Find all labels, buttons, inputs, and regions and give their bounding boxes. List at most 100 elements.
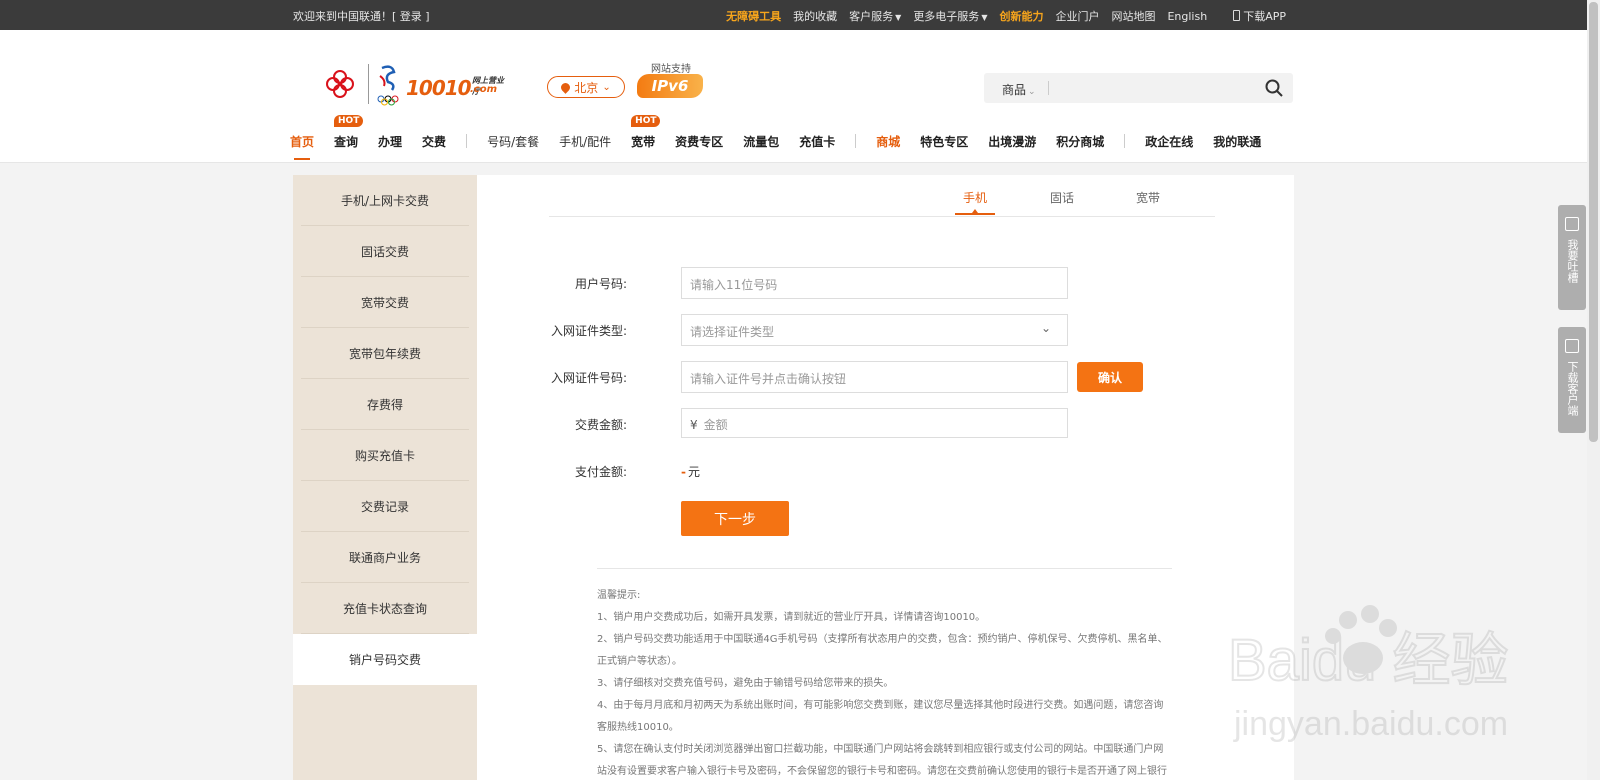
download-client-label: 下载客户端 (1566, 361, 1579, 416)
nav-home[interactable]: 首页 (290, 133, 314, 160)
page-scrollbar[interactable] (1587, 0, 1600, 780)
nav-broadband-label: 宽带 (631, 134, 656, 149)
nav-roaming[interactable]: 出境漫游 (988, 133, 1036, 150)
amount-placeholder: 金额 (703, 418, 728, 432)
amount-row: 交费金额: ¥ 金额 (477, 408, 1294, 440)
favorites-link[interactable]: 我的收藏 (793, 8, 837, 24)
side-item-deposit[interactable]: 存费得 (301, 379, 469, 430)
customer-service-label: 客户服务 (849, 10, 894, 23)
ipv6-label: 网站支持 (651, 64, 691, 75)
watermark-text: Baidu 经验 (1228, 628, 1508, 693)
user-number-input[interactable]: 请输入11位号码 (681, 267, 1068, 299)
tips-section: 温馨提示: 1、销户用户交费成功后，如需开具发票，请到就近的营业厅开具，详情请咨… (597, 568, 1172, 780)
header: 10010 网上营业厅 .com 北京 ⌄ 网站支持 IPv6 商品 ⌄ 首页 H… (0, 30, 1600, 163)
side-item-broadband-renew[interactable]: 宽带包年续费 (301, 328, 469, 379)
innovation-link[interactable]: 创新能力 (999, 8, 1043, 24)
download-app-link[interactable]: 下载APP (1233, 8, 1286, 24)
tips-title: 温馨提示: (597, 590, 641, 601)
caret-down-icon: ▼ (895, 13, 902, 22)
nav-featured[interactable]: 特色专区 (920, 133, 968, 150)
chevron-down-icon: ⌄ (602, 81, 611, 93)
user-number-row: 用户号码: 请输入11位号码 (477, 267, 1294, 299)
site-map-link[interactable]: 网站地图 (1111, 8, 1155, 24)
confirm-button[interactable]: 确认 (1077, 362, 1143, 392)
nav-data-pack[interactable]: 流量包 (743, 133, 779, 150)
nav-my-unicom[interactable]: 我的联通 (1213, 133, 1261, 150)
nav-query[interactable]: HOT 查询 (334, 114, 364, 150)
pay-amount-unit: 元 (687, 465, 700, 479)
english-link[interactable]: English (1167, 10, 1207, 23)
user-number-placeholder: 请输入11位号码 (690, 278, 778, 292)
tab-broadband[interactable]: 宽带 (1136, 189, 1160, 206)
chevron-down-icon: ⌄ (1028, 87, 1036, 97)
accessibility-link[interactable]: 无障碍工具 (726, 8, 781, 24)
nav-tariff[interactable]: 资费专区 (675, 133, 723, 150)
city-name: 北京 (574, 80, 599, 95)
more-services-menu[interactable]: 更多电子服务 ▼ (913, 8, 987, 24)
id-type-placeholder: 请选择证件类型 (690, 325, 775, 339)
side-item-merchant[interactable]: 联通商户业务 (301, 532, 469, 583)
feedback-float-button[interactable]: 我要吐槽 (1558, 205, 1586, 310)
nav-enterprise[interactable]: 政企在线 (1145, 133, 1193, 150)
id-type-label: 入网证件类型: (550, 324, 627, 338)
location-pin-icon (559, 80, 573, 94)
phone-icon (1233, 10, 1241, 21)
enterprise-portal-link[interactable]: 企业门户 (1055, 8, 1099, 24)
next-step-button[interactable]: 下一步 (681, 501, 789, 536)
nav-number-plan[interactable]: 号码/套餐 (487, 133, 539, 150)
tip-item: 2、销户号码交费功能适用于中国联通4G手机号码（支撑所有状态用户的交费，包含：预… (597, 634, 1168, 667)
payment-side-menu: 手机/上网卡交费 固话交费 宽带交费 宽带包年续费 存费得 购买充值卡 交费记录… (293, 175, 477, 780)
amount-label: 交费金额: (574, 418, 627, 432)
nav-recharge-card[interactable]: 充值卡 (799, 133, 835, 150)
hot-badge: HOT (631, 114, 661, 127)
main-nav: 首页 HOT 查询 办理 交费 号码/套餐 手机/配件 HOT 宽带 资费专区 流量… (290, 114, 1281, 160)
id-number-row: 入网证件号码: 请输入证件号并点击确认按钮 确认 (477, 361, 1294, 393)
nav-points-mall[interactable]: 积分商城 (1056, 133, 1104, 150)
side-item-buy-card[interactable]: 购买充值卡 (301, 430, 469, 481)
welcome-text[interactable]: 欢迎来到中国联通！[ 登录 ] (293, 8, 430, 24)
yen-symbol: ¥ (690, 418, 698, 432)
id-type-select[interactable]: 请选择证件类型 ⌄ (681, 314, 1068, 346)
olympic-emblem-icon (377, 65, 399, 106)
id-number-input[interactable]: 请输入证件号并点击确认按钮 (681, 361, 1068, 393)
tab-landline[interactable]: 固话 (1050, 189, 1074, 206)
city-selector[interactable]: 北京 ⌄ (547, 76, 625, 98)
side-item-closed-account[interactable]: 销户号码交费 (293, 634, 477, 685)
pay-amount-row: 支付金额: -元 (477, 455, 1294, 487)
side-item-records[interactable]: 交费记录 (301, 481, 469, 532)
nav-broadband[interactable]: HOT 宽带 (631, 114, 661, 150)
tip-item: 1、销户用户交费成功后，如需开具发票，请到就近的营业厅开具，详情请咨询10010… (597, 612, 986, 623)
id-number-label: 入网证件号码: (550, 371, 627, 385)
side-item-landline[interactable]: 固话交费 (301, 226, 469, 277)
nav-phones[interactable]: 手机/配件 (559, 133, 611, 150)
search-input[interactable] (1056, 78, 1246, 98)
customer-service-menu[interactable]: 客户服务 ▼ (849, 8, 901, 24)
pay-amount-label: 支付金额: (574, 465, 627, 479)
chevron-down-icon: ⌄ (1040, 321, 1051, 335)
download-app-label: 下载APP (1243, 10, 1286, 23)
ipv6-logo: IPv6 (637, 74, 703, 98)
scrollbar-thumb[interactable] (1589, 2, 1598, 442)
nav-handle[interactable]: 办理 (378, 133, 402, 150)
tip-item: 4、由于每月月底和月初两天为系统出账时间，有可能影响您交费到账，建议您尽量选择其… (597, 700, 1164, 733)
baidu-jingyan-watermark: Baidu 经验 jingyan.baidu.com (1228, 605, 1509, 743)
logo-number: 10010 (406, 76, 472, 100)
side-item-mobile[interactable]: 手机/上网卡交费 (301, 175, 469, 226)
side-item-card-status[interactable]: 充值卡状态查询 (301, 583, 469, 634)
search-category-label: 商品 (1002, 83, 1027, 97)
feedback-label: 我要吐槽 (1566, 239, 1579, 283)
logo-domain: .com (470, 84, 498, 95)
nav-query-label: 查询 (334, 134, 359, 149)
search-category-select[interactable]: 商品 ⌄ (1002, 81, 1036, 98)
ipv6-badge: 网站支持 IPv6 (637, 60, 707, 104)
nav-pay[interactable]: 交费 (422, 133, 446, 150)
amount-input[interactable]: ¥ 金额 (681, 408, 1068, 438)
search-divider (1048, 81, 1049, 95)
side-item-broadband[interactable]: 宽带交费 (301, 277, 469, 328)
tab-mobile[interactable]: 手机 (954, 189, 996, 215)
search-icon[interactable] (1265, 79, 1283, 97)
chat-icon (1565, 217, 1579, 231)
download-client-float-button[interactable]: 下载客户端 (1558, 327, 1586, 433)
payment-panel: 手机 固话 宽带 用户号码: 请输入11位号码 入网证件类型: 请选择证件类型 ⌄… (477, 175, 1294, 780)
nav-mall[interactable]: 商城 (876, 133, 900, 150)
